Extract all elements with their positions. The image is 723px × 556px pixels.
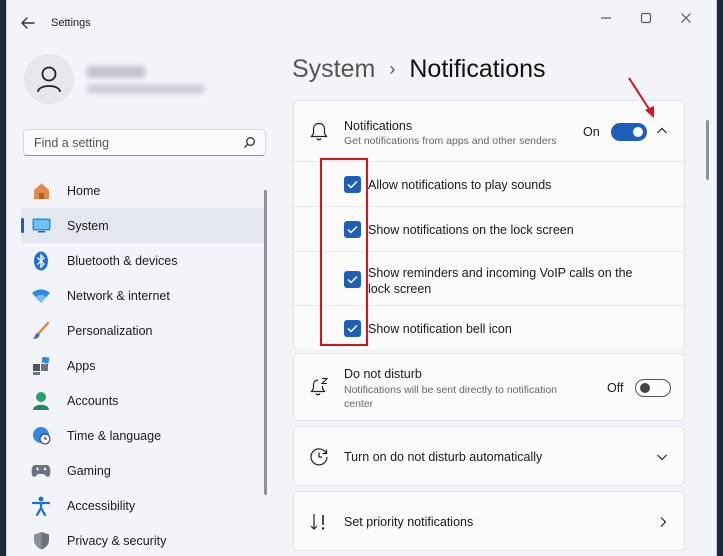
sidebar-item-label: Network & internet	[67, 288, 170, 303]
sidebar-item-label: Apps	[67, 358, 96, 373]
bluetooth-icon	[31, 251, 51, 271]
monitor-icon	[31, 216, 51, 236]
sidebar-item-bluetooth[interactable]: Bluetooth & devices	[21, 243, 267, 278]
option-label: Show notification bell icon	[368, 322, 512, 336]
sidebar-item-privacy[interactable]: Privacy & security	[21, 523, 267, 556]
sidebar-item-label: Bluetooth & devices	[67, 253, 178, 268]
main-scrollbar[interactable]	[706, 120, 709, 180]
minimize-icon[interactable]	[597, 9, 615, 27]
sidebar-item-label: Personalization	[67, 323, 153, 338]
wifi-icon	[31, 286, 51, 306]
search-input[interactable]	[24, 130, 224, 155]
dnd-description: Notifications will be sent directly to n…	[344, 384, 558, 410]
sidebar-item-time-language[interactable]: Time & language	[21, 418, 267, 453]
sidebar-item-network[interactable]: Network & internet	[21, 278, 267, 313]
dnd-auto-card[interactable]: Turn on do not disturb automatically	[293, 426, 685, 486]
profile-email	[87, 84, 205, 94]
do-not-disturb-card: Do not disturb Notifications will be sen…	[293, 353, 685, 421]
shield-icon	[31, 531, 51, 551]
breadcrumb-separator: ›	[389, 59, 396, 79]
title-bar: Settings	[7, 0, 716, 46]
sidebar-item-label: System	[67, 218, 109, 233]
bell-snooze-icon	[310, 377, 329, 396]
option-label: Show notifications on the lock screen	[368, 223, 574, 237]
search-icon[interactable]	[243, 136, 256, 149]
option-label: Allow notifications to play sounds	[368, 178, 552, 192]
close-icon[interactable]	[677, 9, 695, 27]
notifications-description: Get notifications from apps and other se…	[344, 135, 557, 147]
sidebar-item-accounts[interactable]: Accounts	[21, 383, 267, 418]
avatar[interactable]	[24, 54, 74, 104]
breadcrumb: System › Notifications	[292, 55, 546, 84]
page-title: Notifications	[409, 55, 546, 83]
highlight-box	[320, 158, 368, 346]
profile-name	[87, 66, 145, 78]
clock-icon	[310, 448, 328, 466]
app-title: Settings	[51, 17, 91, 29]
sort-priority-icon	[310, 514, 325, 530]
bell-icon	[310, 122, 328, 141]
maximize-icon[interactable]	[637, 9, 655, 27]
person-icon	[31, 391, 51, 411]
notifications-toggle-label: On	[583, 125, 600, 139]
priority-card[interactable]: Set priority notifications	[293, 491, 685, 551]
settings-window: Settings Home	[6, 0, 717, 556]
option-label: Show reminders and incoming VoIP calls o…	[368, 266, 633, 296]
brush-icon	[31, 321, 51, 341]
back-arrow-icon[interactable]	[19, 14, 37, 32]
gamepad-icon	[31, 461, 51, 481]
chevron-right-icon[interactable]	[659, 516, 668, 528]
chevron-down-icon[interactable]	[656, 453, 668, 462]
user-icon	[37, 66, 61, 93]
priority-title: Set priority notifications	[344, 515, 474, 529]
sidebar-item-label: Accounts	[67, 393, 119, 408]
dnd-toggle-label: Off	[607, 381, 624, 395]
sidebar-nav: Home System Bluetooth & devices Network …	[21, 173, 267, 556]
dnd-title: Do not disturb	[344, 367, 422, 381]
sidebar-item-gaming[interactable]: Gaming	[21, 453, 267, 488]
search-box[interactable]	[23, 129, 266, 156]
globe-clock-icon	[31, 426, 51, 446]
breadcrumb-parent[interactable]: System	[292, 55, 375, 84]
sidebar-item-label: Accessibility	[67, 498, 136, 513]
sidebar-scrollbar[interactable]	[264, 190, 267, 495]
sidebar-item-label: Home	[67, 183, 101, 198]
dnd-toggle[interactable]	[635, 379, 671, 397]
sidebar-item-label: Time & language	[67, 428, 162, 443]
chevron-up-icon[interactable]	[656, 126, 668, 135]
sidebar-item-accessibility[interactable]: Accessibility	[21, 488, 267, 523]
red-arrow-icon	[628, 77, 654, 118]
sidebar-item-home[interactable]: Home	[21, 173, 267, 208]
sidebar-item-apps[interactable]: Apps	[21, 348, 267, 383]
dnd-auto-title: Turn on do not disturb automatically	[344, 450, 543, 464]
notifications-title: Notifications	[344, 119, 413, 133]
sidebar-item-system[interactable]: System	[21, 208, 267, 243]
accessibility-icon	[31, 496, 51, 516]
sidebar-item-personalization[interactable]: Personalization	[21, 313, 267, 348]
notifications-toggle[interactable]	[611, 123, 647, 141]
sidebar-item-label: Privacy & security	[67, 533, 167, 548]
home-icon	[31, 181, 51, 201]
sidebar-item-label: Gaming	[67, 463, 111, 478]
apps-icon	[31, 356, 51, 376]
